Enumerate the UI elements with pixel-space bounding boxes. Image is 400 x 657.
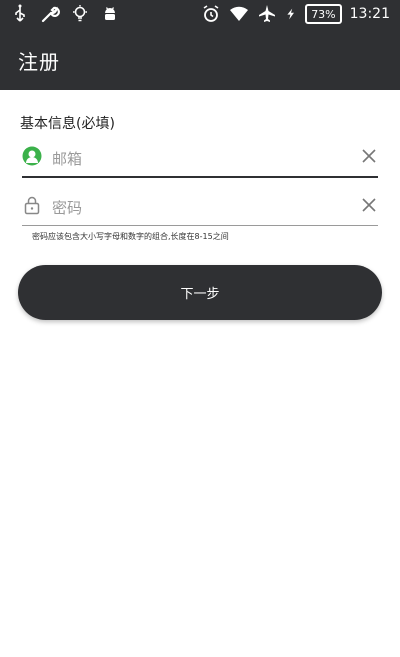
lightbulb-icon xyxy=(73,5,87,22)
app-bar: 注册 xyxy=(0,28,400,90)
alarm-icon xyxy=(203,5,219,22)
email-input[interactable] xyxy=(50,145,354,173)
battery-icon: 73% xyxy=(305,4,342,24)
status-bar: 73% 13:21 xyxy=(0,0,400,28)
page-title: 注册 xyxy=(18,50,60,74)
battery-level: 73% xyxy=(311,7,336,21)
next-button[interactable]: 下一步 xyxy=(18,265,382,320)
password-input[interactable] xyxy=(50,194,354,222)
user-icon xyxy=(22,146,42,166)
clear-password-icon[interactable] xyxy=(362,198,376,212)
password-hint: 密码应该包含大小写字母和数字的组合,长度在8-15之间 xyxy=(32,232,229,241)
status-icons-left xyxy=(10,4,120,24)
android-icon xyxy=(105,7,115,20)
status-icons-right: 73% 13:21 xyxy=(201,4,390,24)
usb-icon xyxy=(15,4,25,22)
email-field-container xyxy=(22,142,378,178)
password-field-container xyxy=(22,191,378,226)
wrench-icon xyxy=(41,6,60,23)
section-title: 基本信息(必填) xyxy=(20,116,115,132)
lock-icon xyxy=(24,196,40,215)
clear-email-icon[interactable] xyxy=(362,149,376,163)
wifi-icon xyxy=(230,6,249,21)
charging-icon xyxy=(287,8,295,20)
status-time: 13:21 xyxy=(349,6,390,22)
airplane-mode-icon xyxy=(259,5,276,22)
